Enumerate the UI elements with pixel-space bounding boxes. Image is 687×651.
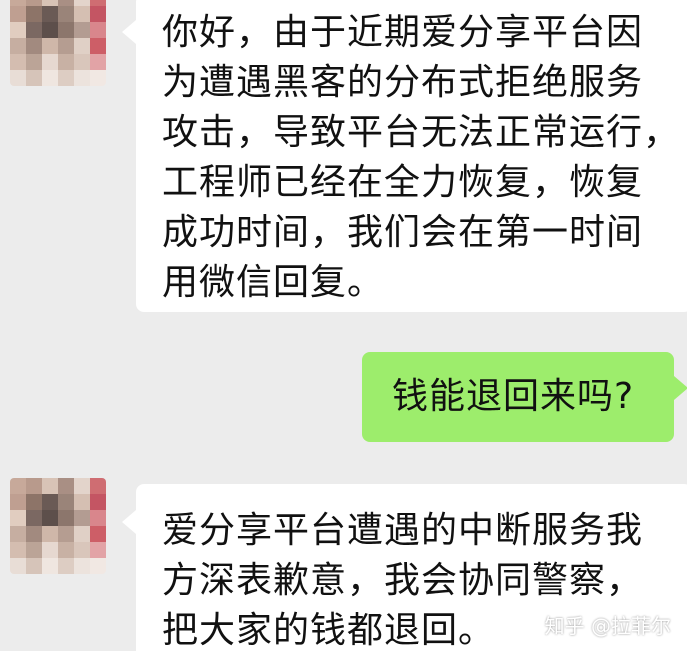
avatar-pixel xyxy=(42,6,58,22)
avatar-pixel xyxy=(42,478,58,494)
message-line: 方深表歉意，我会协同警察， xyxy=(162,560,644,601)
avatar-pixel xyxy=(74,542,90,558)
avatar-pixel xyxy=(74,526,90,542)
contact-avatar[interactable] xyxy=(10,478,106,574)
avatar-pixel xyxy=(42,558,58,574)
message-line: 工程师已经在全力恢复，恢复 xyxy=(162,162,644,203)
avatar-pixel xyxy=(26,558,42,574)
avatar-pixel xyxy=(42,542,58,558)
avatar-pixel xyxy=(58,70,74,86)
avatar-pixel xyxy=(10,494,26,510)
avatar-pixel xyxy=(26,22,42,38)
avatar-pixel xyxy=(74,558,90,574)
avatar-pixel xyxy=(90,70,106,86)
avatar-pixel xyxy=(74,70,90,86)
avatar-pixel xyxy=(58,558,74,574)
avatar-pixel xyxy=(74,54,90,70)
avatar-pixel xyxy=(10,478,26,494)
avatar-pixel xyxy=(58,526,74,542)
avatar-pixel xyxy=(10,6,26,22)
avatar-pixel xyxy=(10,510,26,526)
avatar-pixel xyxy=(10,38,26,54)
avatar-pixel xyxy=(26,38,42,54)
outgoing-message-bubble[interactable]: 钱能退回来吗? xyxy=(362,352,687,442)
avatar-pixel xyxy=(74,38,90,54)
watermark: 知乎 @拉菲尔 xyxy=(544,614,671,638)
avatar-pixel xyxy=(10,22,26,38)
avatar-pixel xyxy=(58,494,74,510)
message-text: 钱能退回来吗? xyxy=(392,376,635,417)
avatar-pixel xyxy=(74,494,90,510)
avatar-pixel xyxy=(10,558,26,574)
avatar-pixel xyxy=(42,70,58,86)
avatar-pixel xyxy=(10,70,26,86)
avatar-pixel xyxy=(26,70,42,86)
avatar-pixel xyxy=(58,22,74,38)
avatar-pixel xyxy=(90,510,106,526)
avatar-pixel xyxy=(26,494,42,510)
avatar-pixel xyxy=(90,478,106,494)
avatar-pixel xyxy=(42,38,58,54)
avatar-pixel xyxy=(74,6,90,22)
avatar-pixel xyxy=(58,510,74,526)
avatar-pixel xyxy=(90,38,106,54)
message-line: 成功时间，我们会在第一时间 xyxy=(162,212,644,253)
avatar-pixel xyxy=(90,6,106,22)
avatar-pixel xyxy=(42,510,58,526)
message-line: 攻击，导致平台无法正常运行， xyxy=(162,112,681,153)
avatar-pixel xyxy=(10,54,26,70)
message-line: 爱分享平台遭遇的中断服务我 xyxy=(162,510,644,551)
avatar-pixel xyxy=(58,6,74,22)
avatar-pixel xyxy=(58,54,74,70)
avatar-pixel xyxy=(74,478,90,494)
avatar-pixel xyxy=(26,6,42,22)
avatar-pixel xyxy=(26,478,42,494)
avatar-pixel xyxy=(58,542,74,558)
avatar-pixel xyxy=(90,22,106,38)
avatar-pixel xyxy=(90,542,106,558)
message-line: 你好，由于近期爱分享平台因 xyxy=(162,12,644,53)
avatar-pixel xyxy=(42,494,58,510)
avatar-pixel xyxy=(42,54,58,70)
avatar-pixel xyxy=(90,558,106,574)
avatar-pixel xyxy=(74,22,90,38)
chat-window: 你好，由于近期爱分享平台因 为遭遇黑客的分布式拒绝服务 攻击，导致平台无法正常运… xyxy=(0,0,687,651)
avatar-pixel xyxy=(90,526,106,542)
avatar-pixel xyxy=(90,494,106,510)
avatar-pixel xyxy=(10,542,26,558)
avatar-pixel xyxy=(10,526,26,542)
avatar-pixel xyxy=(26,526,42,542)
avatar-pixel xyxy=(42,22,58,38)
avatar-pixel xyxy=(26,542,42,558)
avatar-pixel xyxy=(58,478,74,494)
contact-avatar[interactable] xyxy=(10,0,106,86)
avatar-pixel xyxy=(74,510,90,526)
avatar-pixel xyxy=(90,54,106,70)
message-line: 用微信回复。 xyxy=(162,262,385,303)
avatar-pixel xyxy=(58,38,74,54)
avatar-pixel xyxy=(26,510,42,526)
incoming-message-bubble[interactable]: 你好，由于近期爱分享平台因 为遭遇黑客的分布式拒绝服务 攻击，导致平台无法正常运… xyxy=(122,0,687,312)
avatar-pixel xyxy=(42,526,58,542)
message-line: 为遭遇黑客的分布式拒绝服务 xyxy=(162,62,644,103)
avatar-pixel xyxy=(26,54,42,70)
